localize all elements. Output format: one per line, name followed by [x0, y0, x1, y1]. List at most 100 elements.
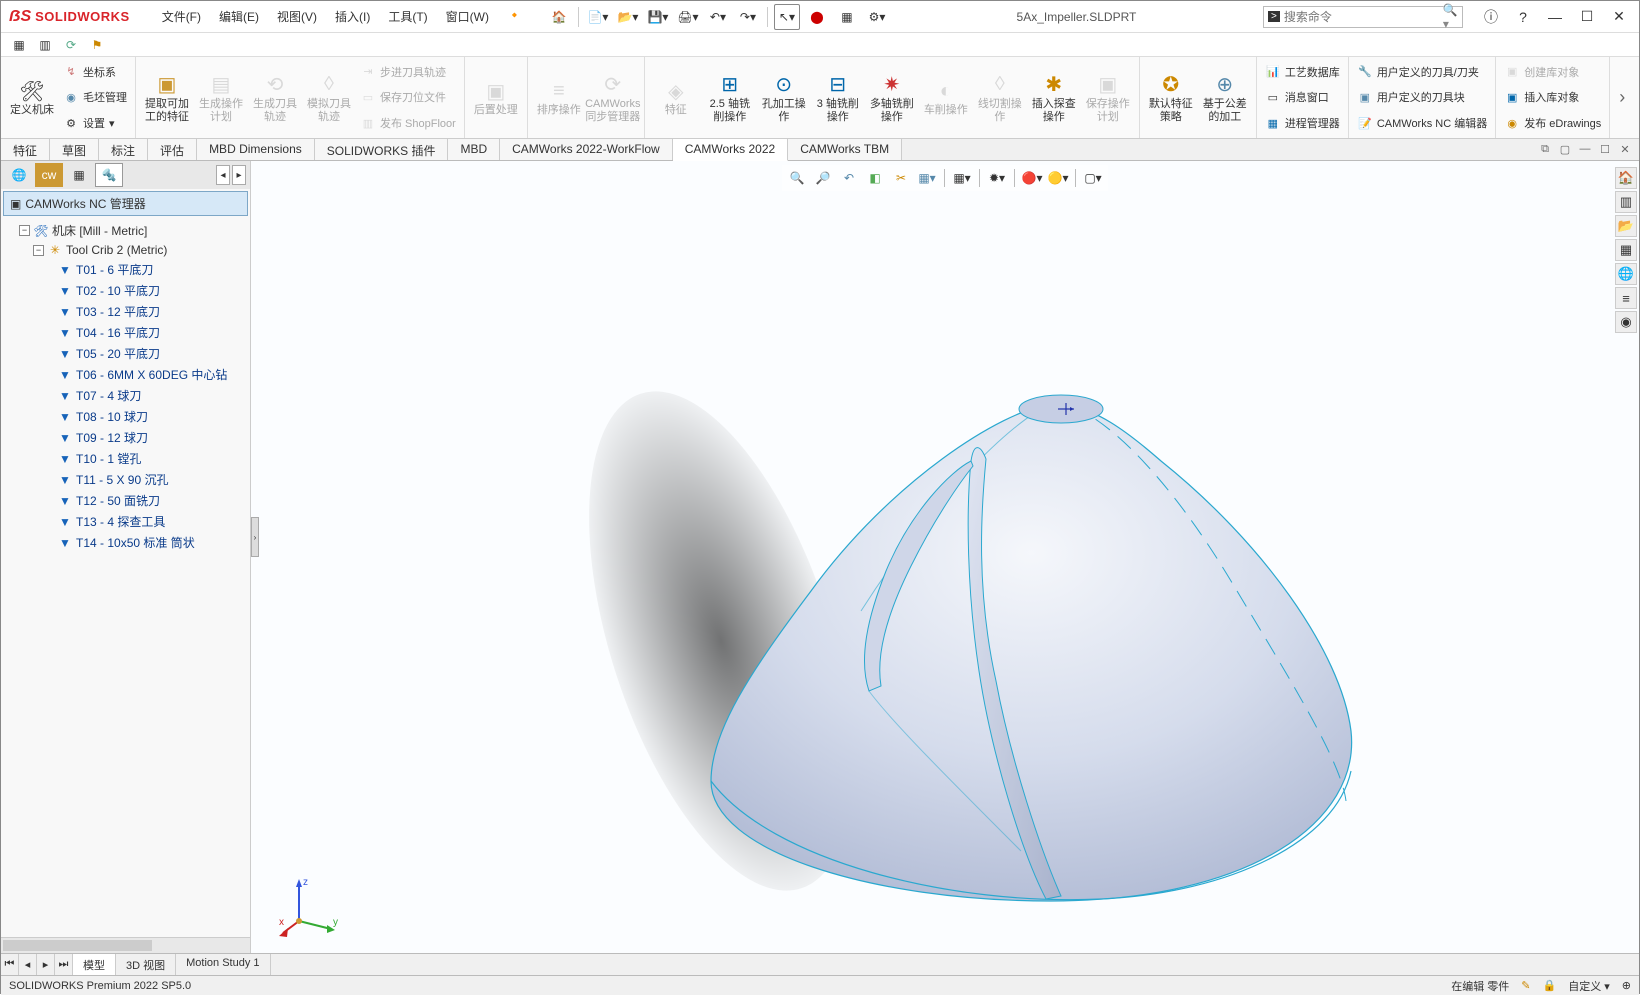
setup-button[interactable]: ⚙设置 ▾ — [59, 113, 131, 133]
tab-sw-addin[interactable]: SOLIDWORKS 插件 — [315, 139, 449, 160]
doc-maximize[interactable]: ☐ — [1597, 141, 1613, 157]
btab-model[interactable]: 模型 — [73, 954, 116, 975]
graphics-area[interactable]: › 🔍 🔎 ↶ ◧ ✂ ▦▾ ▦▾ ✹▾ 🔴▾ 🟡▾ ▢▾ 🏠 ▥ 📂 ▦ 🌐 … — [251, 161, 1639, 953]
status-lock-icon[interactable]: 🔒 — [1543, 979, 1557, 992]
btab-first[interactable]: ⏮ — [1, 954, 19, 975]
tree-tool-item[interactable]: ▼T04 - 16 平底刀 — [5, 322, 246, 343]
search-input[interactable] — [1284, 10, 1439, 24]
maximize-button[interactable]: ☐ — [1575, 5, 1599, 29]
fm-tab-design[interactable]: 🌐 — [5, 163, 33, 187]
tab-cw-workflow[interactable]: CAMWorks 2022-WorkFlow — [500, 139, 673, 160]
25ax-button[interactable]: ⊞2.5 轴铣削操作 — [703, 59, 757, 136]
close-button[interactable]: ✕ — [1607, 5, 1631, 29]
tree-header[interactable]: ▣ CAMWorks NC 管理器 — [3, 191, 248, 216]
menu-insert[interactable]: 插入(I) — [327, 4, 378, 29]
search-icon[interactable]: 🔍▾ — [1443, 3, 1458, 31]
doc-restore-icon[interactable]: ⧉ — [1537, 141, 1553, 157]
tree-tool-item[interactable]: ▼T07 - 4 球刀 — [5, 385, 246, 406]
techdb-button[interactable]: 📊工艺数据库 — [1261, 62, 1344, 82]
help-icon[interactable]: ? — [1511, 5, 1535, 29]
undo-icon[interactable]: ↶▾ — [705, 4, 731, 30]
tree-tool-item[interactable]: ▼T02 - 10 平底刀 — [5, 280, 246, 301]
user-icon[interactable]: ⓘ — [1479, 5, 1503, 29]
tree-tool-item[interactable]: ▼T01 - 6 平底刀 — [5, 259, 246, 280]
collapse-icon[interactable]: − — [19, 225, 30, 236]
btab-motion[interactable]: Motion Study 1 — [176, 954, 270, 975]
tab-mbd[interactable]: MBD — [448, 139, 500, 160]
tab-evaluate[interactable]: 评估 — [148, 139, 197, 160]
define-machine-button[interactable]: 🛠 定义机床 — [5, 59, 59, 136]
tolerance-button[interactable]: ⊕基于公差的加工 — [1198, 59, 1252, 136]
home-icon[interactable]: 🏠 — [546, 4, 572, 30]
doc-close[interactable]: ✕ — [1617, 141, 1633, 157]
tree-tool-item[interactable]: ▼T12 - 50 面铣刀 — [5, 490, 246, 511]
menu-window[interactable]: 窗口(W) — [438, 4, 497, 29]
minimize-button[interactable]: — — [1543, 5, 1567, 29]
usertool-button[interactable]: 🔧用户定义的刀具/刀夹 — [1353, 62, 1491, 82]
tab-sketch[interactable]: 草图 — [50, 139, 99, 160]
panel-icon[interactable]: ▦ — [834, 4, 860, 30]
btab-3dview[interactable]: 3D 视图 — [116, 954, 176, 975]
tree-crib[interactable]: − ✳ Tool Crib 2 (Metric) — [5, 241, 246, 259]
inslib-button[interactable]: ▣插入库对象 — [1500, 87, 1605, 107]
doc-new-icon[interactable]: ▢ — [1557, 141, 1573, 157]
userblock-button[interactable]: ▣用户定义的刀具块 — [1353, 87, 1491, 107]
3ax-button[interactable]: ⊟3 轴铣削操作 — [811, 59, 865, 136]
search-box[interactable]: > 🔍▾ — [1263, 6, 1463, 28]
procmgr-button[interactable]: ▦进程管理器 — [1261, 113, 1344, 133]
menu-file[interactable]: 文件(F) — [154, 4, 209, 29]
status-custom[interactable]: 自定义 ▾ — [1568, 978, 1610, 994]
tree-tool-item[interactable]: ▼T09 - 12 球刀 — [5, 427, 246, 448]
default-strategy-button[interactable]: ✪默认特征策略 — [1144, 59, 1198, 136]
edraw-button[interactable]: ◉发布 eDrawings — [1500, 113, 1605, 133]
nav-prev[interactable]: ◂ — [216, 165, 230, 185]
qb-icon-1[interactable]: ▦ — [9, 35, 29, 55]
print-icon[interactable]: 🖨▾ — [675, 4, 701, 30]
view-triad[interactable]: z y x — [279, 871, 349, 941]
multi-button[interactable]: ✷多轴铣削操作 — [865, 59, 919, 136]
qb-icon-4[interactable]: ⚑ — [87, 35, 107, 55]
settings-icon[interactable]: ⚙▾ — [864, 4, 890, 30]
coord-sys-button[interactable]: ↯坐标系 — [59, 62, 131, 82]
menu-edit[interactable]: 编辑(E) — [211, 4, 267, 29]
new-icon[interactable]: 📄▾ — [585, 4, 611, 30]
tab-feature[interactable]: 特征 — [1, 139, 50, 160]
fm-tab-cw[interactable]: cw — [35, 163, 63, 187]
tree-tool-item[interactable]: ▼T06 - 6MM X 60DEG 中心钻 — [5, 364, 246, 385]
save-icon[interactable]: 💾▾ — [645, 4, 671, 30]
extract-feature-button[interactable]: ▣ 提取可加工的特征 — [140, 59, 194, 136]
menu-help[interactable]: 🔸 — [499, 4, 530, 29]
tab-mbd-dim[interactable]: MBD Dimensions — [197, 139, 315, 160]
tree-tool-item[interactable]: ▼T14 - 10x50 标准 筒状 — [5, 532, 246, 553]
tree-tool-item[interactable]: ▼T10 - 1 镗孔 — [5, 448, 246, 469]
collapse-icon[interactable]: − — [33, 245, 44, 256]
tree-tool-item[interactable]: ▼T03 - 12 平底刀 — [5, 301, 246, 322]
nced-button[interactable]: 📝CAMWorks NC 编辑器 — [1353, 113, 1491, 133]
status-rebuild-icon[interactable]: ✎ — [1521, 979, 1530, 992]
nav-next[interactable]: ▸ — [232, 165, 246, 185]
tree-machine[interactable]: − 🛠 机床 [Mill - Metric] — [5, 220, 246, 241]
fm-tab-toolcrib[interactable]: 🔩 — [95, 163, 123, 187]
tab-annotation[interactable]: 标注 — [99, 139, 148, 160]
menu-view[interactable]: 视图(V) — [269, 4, 325, 29]
tree-hscroll[interactable] — [1, 937, 250, 953]
tab-cw-tbm[interactable]: CAMWorks TBM — [788, 139, 902, 160]
menu-tools[interactable]: 工具(T) — [380, 4, 435, 29]
qb-icon-2[interactable]: ▥ — [35, 35, 55, 55]
qb-icon-3[interactable]: ⟳ — [61, 35, 81, 55]
tree-tool-item[interactable]: ▼T11 - 5 X 90 沉孔 — [5, 469, 246, 490]
tree-tool-item[interactable]: ▼T08 - 10 球刀 — [5, 406, 246, 427]
redo-icon[interactable]: ↷▾ — [735, 4, 761, 30]
open-icon[interactable]: 📂▾ — [615, 4, 641, 30]
doc-minimize[interactable]: — — [1577, 141, 1593, 157]
tab-cw-2022[interactable]: CAMWorks 2022 — [673, 139, 788, 161]
tree-tool-item[interactable]: ▼T05 - 20 平底刀 — [5, 343, 246, 364]
status-unit-icon[interactable]: ⊕ — [1622, 979, 1631, 992]
stock-button[interactable]: ◉毛坯管理 — [59, 87, 131, 107]
fm-tab-operation[interactable]: ▦ — [65, 163, 93, 187]
btab-next[interactable]: ▸ — [37, 954, 55, 975]
ribbon-expand-button[interactable]: › — [1610, 57, 1634, 138]
select-icon[interactable]: ↖▾ — [774, 4, 800, 30]
btab-prev[interactable]: ◂ — [19, 954, 37, 975]
btab-last[interactable]: ⏭ — [55, 954, 73, 975]
